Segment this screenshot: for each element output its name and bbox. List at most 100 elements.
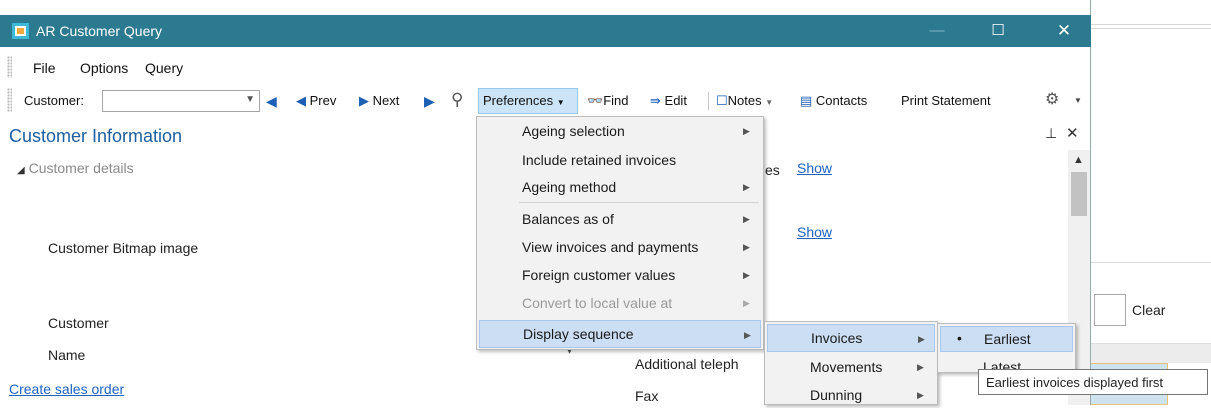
contacts-button[interactable]: ▤ Contacts bbox=[800, 93, 867, 109]
chevron-down-icon[interactable]: ▼ bbox=[1074, 96, 1082, 105]
background-header-bar bbox=[1091, 343, 1211, 363]
selected-bullet-icon: • bbox=[957, 330, 962, 346]
notes-button[interactable]: ☐Notes ▼ bbox=[716, 93, 773, 109]
print-statement-button[interactable]: Print Statement bbox=[901, 93, 991, 108]
app-icon bbox=[12, 23, 29, 39]
menu-item-convert-to-local-value: Convert to local value at ▶ bbox=[477, 291, 763, 316]
menu-item-label: Foreign customer values bbox=[522, 267, 676, 283]
menu-item-label: View invoices and payments bbox=[522, 239, 699, 255]
menu-options[interactable]: Options bbox=[80, 60, 128, 76]
last-record-icon[interactable]: ▶ bbox=[424, 93, 435, 110]
menu-file[interactable]: File bbox=[33, 60, 56, 76]
menu-item-earliest[interactable]: • Earliest bbox=[940, 326, 1073, 352]
gear-icon[interactable]: ⚙ bbox=[1045, 89, 1059, 109]
show-link[interactable]: Show bbox=[797, 224, 832, 240]
menu-item-foreign-customer-values[interactable]: Foreign customer values ▶ bbox=[477, 263, 763, 288]
find-label: Find bbox=[603, 93, 629, 108]
edit-icon: ⇛ bbox=[650, 93, 661, 108]
preferences-label: Preferences bbox=[483, 93, 554, 108]
clear-button[interactable]: Clear bbox=[1132, 302, 1165, 318]
fax-label: Fax bbox=[635, 388, 659, 404]
toolbar-separator bbox=[708, 92, 709, 110]
contacts-label: Contacts bbox=[815, 93, 868, 108]
menu-item-invoices[interactable]: Invoices ▶ bbox=[767, 324, 935, 352]
menu-item-include-retained-invoices[interactable]: Include retained invoices bbox=[477, 148, 763, 173]
menu-item-ageing-selection[interactable]: Ageing selection ▶ bbox=[477, 119, 763, 144]
menu-item-label: Balances as of bbox=[522, 211, 614, 227]
preferences-menu: Ageing selection ▶ Include retained invoi… bbox=[476, 116, 764, 350]
notes-label: Notes bbox=[727, 93, 762, 108]
menu-item-display-sequence[interactable]: Display sequence ▶ bbox=[479, 320, 761, 348]
prev-label: Prev bbox=[309, 93, 337, 108]
menu-item-label: Ageing method bbox=[522, 179, 617, 195]
find-button[interactable]: 👓Find bbox=[587, 93, 628, 109]
page-title: Customer Information bbox=[9, 126, 183, 146]
close-button[interactable]: ✕ bbox=[1041, 15, 1087, 47]
menu-item-label: Ageing selection bbox=[522, 123, 625, 139]
customer-combobox[interactable]: ▼ bbox=[102, 90, 260, 112]
menu-item-ageing-method[interactable]: Ageing method ▶ bbox=[477, 175, 763, 200]
binoculars-icon: 👓 bbox=[587, 93, 604, 108]
chevron-right-icon: ▶ bbox=[744, 330, 751, 340]
chevron-right-icon: ▶ bbox=[743, 270, 750, 280]
menu-item-label: Invoices bbox=[811, 330, 863, 346]
close-icon[interactable]: ✕ bbox=[1066, 124, 1079, 142]
menu-separator bbox=[519, 202, 759, 203]
edit-label: Edit bbox=[664, 93, 687, 108]
chevron-right-icon: ▶ bbox=[743, 182, 750, 192]
scrollbar-thumb[interactable] bbox=[1071, 172, 1087, 216]
chevron-right-icon: ▶ bbox=[918, 334, 925, 344]
background-divider bbox=[1091, 262, 1211, 263]
menu-query[interactable]: Query bbox=[145, 60, 183, 76]
customer-details-header[interactable]: ◢ Customer details bbox=[17, 160, 134, 176]
customer-label: Customer bbox=[48, 315, 109, 331]
background-divider bbox=[1091, 24, 1211, 25]
field-label-fragment: es bbox=[765, 162, 780, 178]
display-sequence-menu: Invoices ▶ Movements ▶ Dunning ▶ bbox=[764, 321, 938, 405]
tooltip: Earliest invoices displayed first bbox=[978, 369, 1208, 395]
search-icon[interactable]: ⚲ bbox=[451, 90, 463, 110]
chevron-right-icon: ▶ bbox=[917, 362, 924, 372]
menu-item-balances-as-of[interactable]: Balances as of ▶ bbox=[477, 207, 763, 232]
show-link[interactable]: Show bbox=[797, 160, 832, 176]
collapse-triangle-icon: ◢ bbox=[17, 165, 25, 176]
menu-item-view-invoices-payments[interactable]: View invoices and payments ▶ bbox=[477, 235, 763, 260]
chevron-right-icon: ▶ bbox=[743, 126, 750, 136]
menu-item-movements[interactable]: Movements ▶ bbox=[765, 355, 937, 380]
minimize-button[interactable]: — bbox=[914, 15, 960, 47]
customer-label: Customer: bbox=[24, 93, 84, 108]
menu-item-label: Convert to local value at bbox=[522, 295, 673, 311]
menu-item-dunning[interactable]: Dunning ▶ bbox=[765, 383, 937, 408]
menu-item-label: Movements bbox=[810, 359, 883, 375]
preferences-button[interactable]: Preferences ▼ bbox=[483, 93, 565, 108]
edit-button[interactable]: ⇛ Edit bbox=[650, 93, 687, 109]
next-button[interactable]: ▶ Next bbox=[359, 93, 399, 109]
menu-item-label: Display sequence bbox=[523, 326, 634, 342]
toolbar-grip[interactable] bbox=[7, 88, 12, 112]
prev-button[interactable]: ◀ Prev bbox=[296, 93, 336, 109]
chevron-down-icon: ▼ bbox=[765, 98, 774, 107]
invoices-menu: • Earliest Latest bbox=[937, 323, 1076, 375]
prev-icon: ◀ bbox=[296, 93, 306, 108]
title-bar[interactable]: AR Customer Query — ☐ ✕ bbox=[0, 15, 1091, 47]
chevron-right-icon: ▶ bbox=[917, 390, 924, 400]
customer-details-label: Customer details bbox=[28, 160, 134, 176]
chevron-right-icon: ▶ bbox=[743, 214, 750, 224]
pin-icon[interactable]: ⊥ bbox=[1045, 125, 1057, 142]
chevron-down-icon[interactable]: ▼ bbox=[245, 94, 255, 105]
background-divider bbox=[1091, 28, 1211, 29]
create-sales-order-link[interactable]: Create sales order bbox=[9, 381, 124, 397]
menu-bar: File Options Query bbox=[0, 56, 1091, 80]
menu-grip[interactable] bbox=[7, 56, 12, 78]
contacts-icon: ▤ bbox=[800, 93, 813, 108]
maximize-button[interactable]: ☐ bbox=[975, 15, 1021, 47]
next-icon: ▶ bbox=[359, 93, 369, 108]
menu-item-label: Earliest bbox=[984, 331, 1031, 347]
name-label: Name bbox=[48, 347, 86, 363]
menu-item-label: Include retained invoices bbox=[522, 152, 677, 168]
background-input[interactable] bbox=[1094, 294, 1126, 326]
chevron-right-icon: ▶ bbox=[743, 242, 750, 252]
scroll-up-icon[interactable]: ▲ bbox=[1073, 154, 1084, 166]
first-record-icon[interactable]: ◀ bbox=[266, 93, 277, 110]
menu-item-label: Dunning bbox=[810, 387, 863, 403]
